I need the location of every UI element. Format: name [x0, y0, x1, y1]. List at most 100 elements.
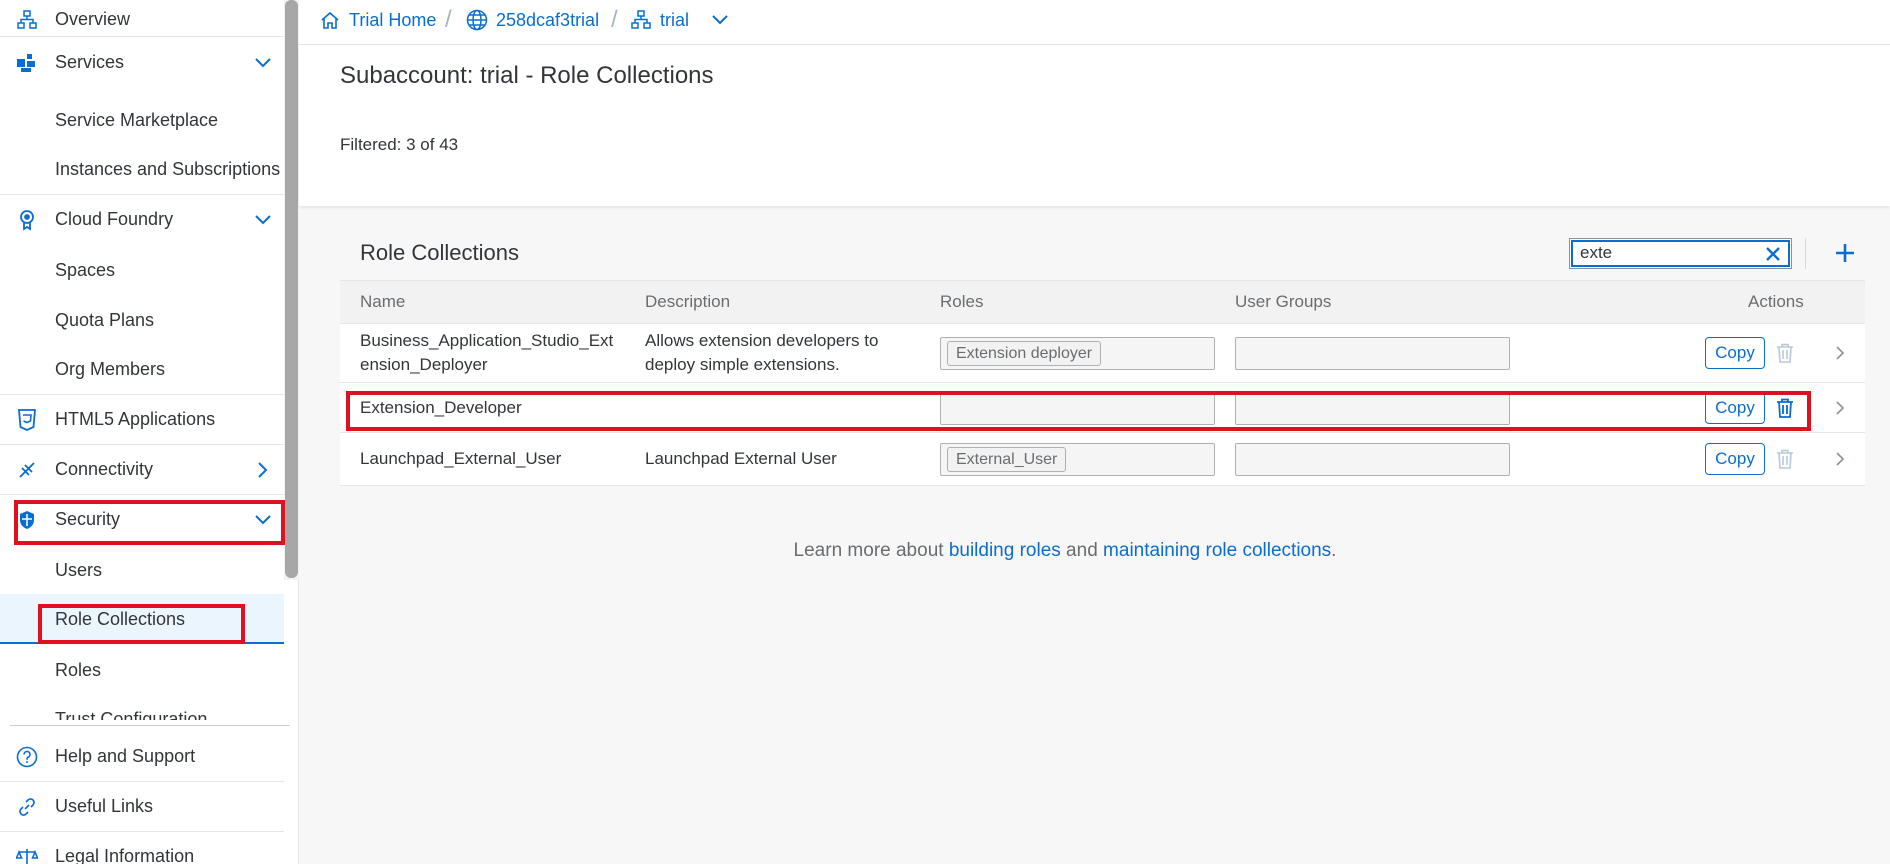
role-collection-name: Extension_Developer [360, 398, 522, 417]
trash-icon [1773, 447, 1797, 471]
scrollbar-thumb[interactable] [285, 0, 298, 578]
sidebar-item-html5-applications[interactable]: HTML5 Applications [0, 394, 284, 444]
sidebar-item-label: Useful Links [55, 796, 154, 816]
trash-icon [1773, 341, 1797, 365]
sidebar-item-service-marketplace[interactable]: Service Marketplace [0, 95, 284, 145]
maintaining-role-collections-link[interactable]: maintaining role collections [1103, 540, 1331, 561]
sidebar-item-org-members[interactable]: Org Members [0, 344, 284, 394]
role-collection-description: Launchpad External User [645, 449, 837, 468]
breadcrumb-trial[interactable]: trial [630, 0, 689, 40]
chevron-down-icon[interactable] [252, 209, 274, 231]
column-header-user-groups[interactable]: User Groups [1235, 281, 1331, 323]
breadcrumb-dropdown-toggle[interactable] [709, 0, 739, 40]
column-header-description[interactable]: Description [645, 281, 730, 323]
chevron-down-icon[interactable] [252, 509, 274, 531]
connectivity-icon [16, 459, 38, 481]
roles-field [940, 392, 1215, 425]
sidebar-item-role-collections[interactable]: Role Collections [0, 594, 284, 644]
search-field[interactable] [1569, 238, 1792, 269]
shield-icon [16, 509, 38, 531]
add-role-collection-button[interactable] [1832, 240, 1858, 266]
sidebar-item-label: Quota Plans [55, 310, 155, 330]
divider [1805, 238, 1806, 269]
sidebar-item-quota-plans[interactable]: Quota Plans [0, 295, 284, 345]
html5-icon [16, 409, 38, 431]
link-icon [16, 796, 38, 818]
sidebar-item-instances-subscriptions[interactable]: Instances and Subscriptions [0, 144, 284, 194]
sidebar-item-label: Cloud Foundry [55, 209, 174, 229]
table-row[interactable]: Extension_Developer Copy [340, 383, 1865, 433]
role-token: External_User [947, 447, 1067, 472]
sidebar-item-label: Service Marketplace [55, 110, 219, 130]
hierarchy-icon [630, 9, 652, 31]
sidebar-item-label: Legal Information [55, 846, 195, 864]
copy-button[interactable]: Copy [1705, 337, 1765, 369]
column-header-name[interactable]: Name [360, 281, 405, 323]
page-title: Subaccount: trial - Role Collections [340, 62, 714, 89]
sidebar-item-label: Help and Support [55, 746, 196, 766]
search-input[interactable] [1580, 242, 1750, 264]
sidebar-item-label: HTML5 Applications [55, 409, 216, 429]
breadcrumb-subaccount-global[interactable]: 258dcaf3trial [466, 0, 599, 40]
role-token: Extension deployer [947, 341, 1102, 366]
sidebar-item-legal-information[interactable]: Legal Information [0, 831, 284, 864]
sidebar-item-services[interactable]: Services [0, 37, 284, 87]
copy-button[interactable]: Copy [1705, 443, 1765, 475]
learn-more-text: Learn more about building roles and main… [793, 540, 1337, 561]
divider [10, 725, 290, 726]
role-collection-description: Allows extension developers to deploy si… [645, 331, 879, 374]
sidebar-item-help-and-support[interactable]: Help and Support [0, 731, 284, 781]
chevron-right-icon[interactable] [1830, 398, 1850, 418]
cloud-foundry-icon [16, 209, 38, 231]
scale-icon [16, 846, 38, 864]
copy-button[interactable]: Copy [1705, 392, 1765, 424]
help-icon [16, 746, 38, 768]
breadcrumb-label: Trial Home [349, 9, 437, 30]
filter-count: Filtered: 3 of 43 [340, 135, 459, 154]
sidebar-item-spaces[interactable]: Spaces [0, 245, 284, 295]
hierarchy-icon [16, 9, 38, 31]
nav-list: Overview Services Service Marketplace In… [0, 0, 284, 720]
sidebar-item-label: Spaces [55, 260, 116, 280]
chevron-right-icon[interactable] [252, 459, 274, 481]
sidebar-item-connectivity[interactable]: Connectivity [0, 444, 284, 494]
sidebar-item-label: Connectivity [55, 459, 154, 479]
breadcrumb-trial-home[interactable]: Trial Home [319, 0, 436, 40]
trash-icon[interactable] [1773, 396, 1797, 420]
chevron-right-icon[interactable] [1830, 343, 1850, 363]
role-collection-name: Business_Application_Studio_Ext ension_D… [360, 331, 614, 374]
sidebar-item-label: Security [55, 509, 121, 529]
user-groups-field [1235, 392, 1510, 425]
sidebar-item-label: Instances and Subscriptions [55, 159, 281, 179]
roles-field: Extension deployer [940, 337, 1215, 370]
services-icon [16, 52, 38, 74]
user-groups-field [1235, 337, 1510, 370]
home-icon [319, 9, 341, 31]
sidebar-scrollbar[interactable] [284, 0, 299, 580]
role-collection-name: Launchpad_External_User [360, 449, 562, 468]
globe-icon [466, 9, 488, 31]
column-header-actions: Actions [1748, 292, 1804, 311]
building-roles-link[interactable]: building roles [949, 540, 1061, 561]
close-icon[interactable] [1763, 244, 1783, 264]
sidebar-item-label: Org Members [55, 359, 166, 379]
sidebar-item-label: Trust Configuration [55, 709, 208, 720]
table-row[interactable]: Business_Application_Studio_Ext ension_D… [340, 324, 1865, 383]
breadcrumb-label: 258dcaf3trial [496, 9, 600, 30]
breadcrumb: Trial Home / 258dcaf3trial / trial [299, 0, 1890, 45]
chevron-down-icon[interactable] [252, 52, 274, 74]
breadcrumb-label: trial [660, 9, 690, 30]
chevron-right-icon[interactable] [1830, 449, 1850, 469]
sidebar-item-cloud-foundry[interactable]: Cloud Foundry [0, 194, 284, 244]
sidebar-item-roles[interactable]: Roles [0, 645, 284, 695]
role-collections-table: Role Collections Name Description Roles … [340, 228, 1865, 486]
table-row[interactable]: Launchpad_External_User Launchpad Extern… [340, 433, 1865, 486]
breadcrumb-separator: / [611, 6, 618, 33]
sidebar-item-trust-configuration[interactable]: Trust Configuration [0, 694, 284, 720]
breadcrumb-separator: / [445, 6, 452, 33]
sidebar-item-label: Roles [55, 660, 102, 680]
column-header-roles[interactable]: Roles [940, 281, 983, 323]
user-groups-field [1235, 443, 1510, 476]
sidebar-item-security[interactable]: Security [0, 494, 284, 544]
sidebar-item-useful-links[interactable]: Useful Links [0, 781, 284, 831]
